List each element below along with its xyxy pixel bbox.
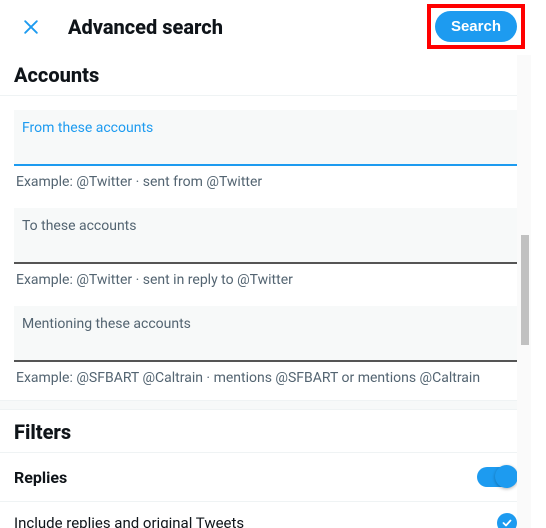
section-divider <box>0 400 531 410</box>
modal-content: Accounts From these accounts Example: @T… <box>0 53 531 528</box>
include-replies-label: Include replies and original Tweets <box>14 514 244 528</box>
to-accounts-label: To these accounts <box>22 218 136 234</box>
accounts-section-title: Accounts <box>0 53 531 96</box>
accounts-fields: From these accounts Example: @Twitter · … <box>0 110 531 390</box>
from-accounts-label: From these accounts <box>22 120 153 136</box>
include-replies-option[interactable]: Include replies and original Tweets <box>0 502 531 528</box>
page-title: Advanced search <box>68 15 223 39</box>
scrollbar-track[interactable] <box>517 55 531 528</box>
to-accounts-input[interactable]: To these accounts <box>14 208 517 264</box>
close-icon[interactable] <box>14 10 48 44</box>
from-accounts-input[interactable]: From these accounts <box>14 110 517 166</box>
modal-header: Advanced search Search <box>0 0 531 53</box>
checkmark-icon[interactable] <box>497 513 517 528</box>
replies-label: Replies <box>14 468 67 487</box>
search-button[interactable]: Search <box>435 11 517 42</box>
search-button-highlight: Search <box>427 4 525 49</box>
mention-accounts-example: Example: @SFBART @Caltrain · mentions @S… <box>14 362 517 390</box>
advanced-search-modal: Advanced search Search Accounts From the… <box>0 0 531 528</box>
replies-toggle[interactable] <box>477 467 517 487</box>
from-accounts-example: Example: @Twitter · sent from @Twitter <box>14 166 517 194</box>
to-accounts-example: Example: @Twitter · sent in reply to @Tw… <box>14 264 517 292</box>
replies-filter-row: Replies <box>0 453 531 502</box>
filters-section-title: Filters <box>0 410 531 453</box>
scrollbar-thumb[interactable] <box>521 235 529 345</box>
mention-accounts-input[interactable]: Mentioning these accounts <box>14 306 517 362</box>
mention-accounts-label: Mentioning these accounts <box>22 316 191 332</box>
